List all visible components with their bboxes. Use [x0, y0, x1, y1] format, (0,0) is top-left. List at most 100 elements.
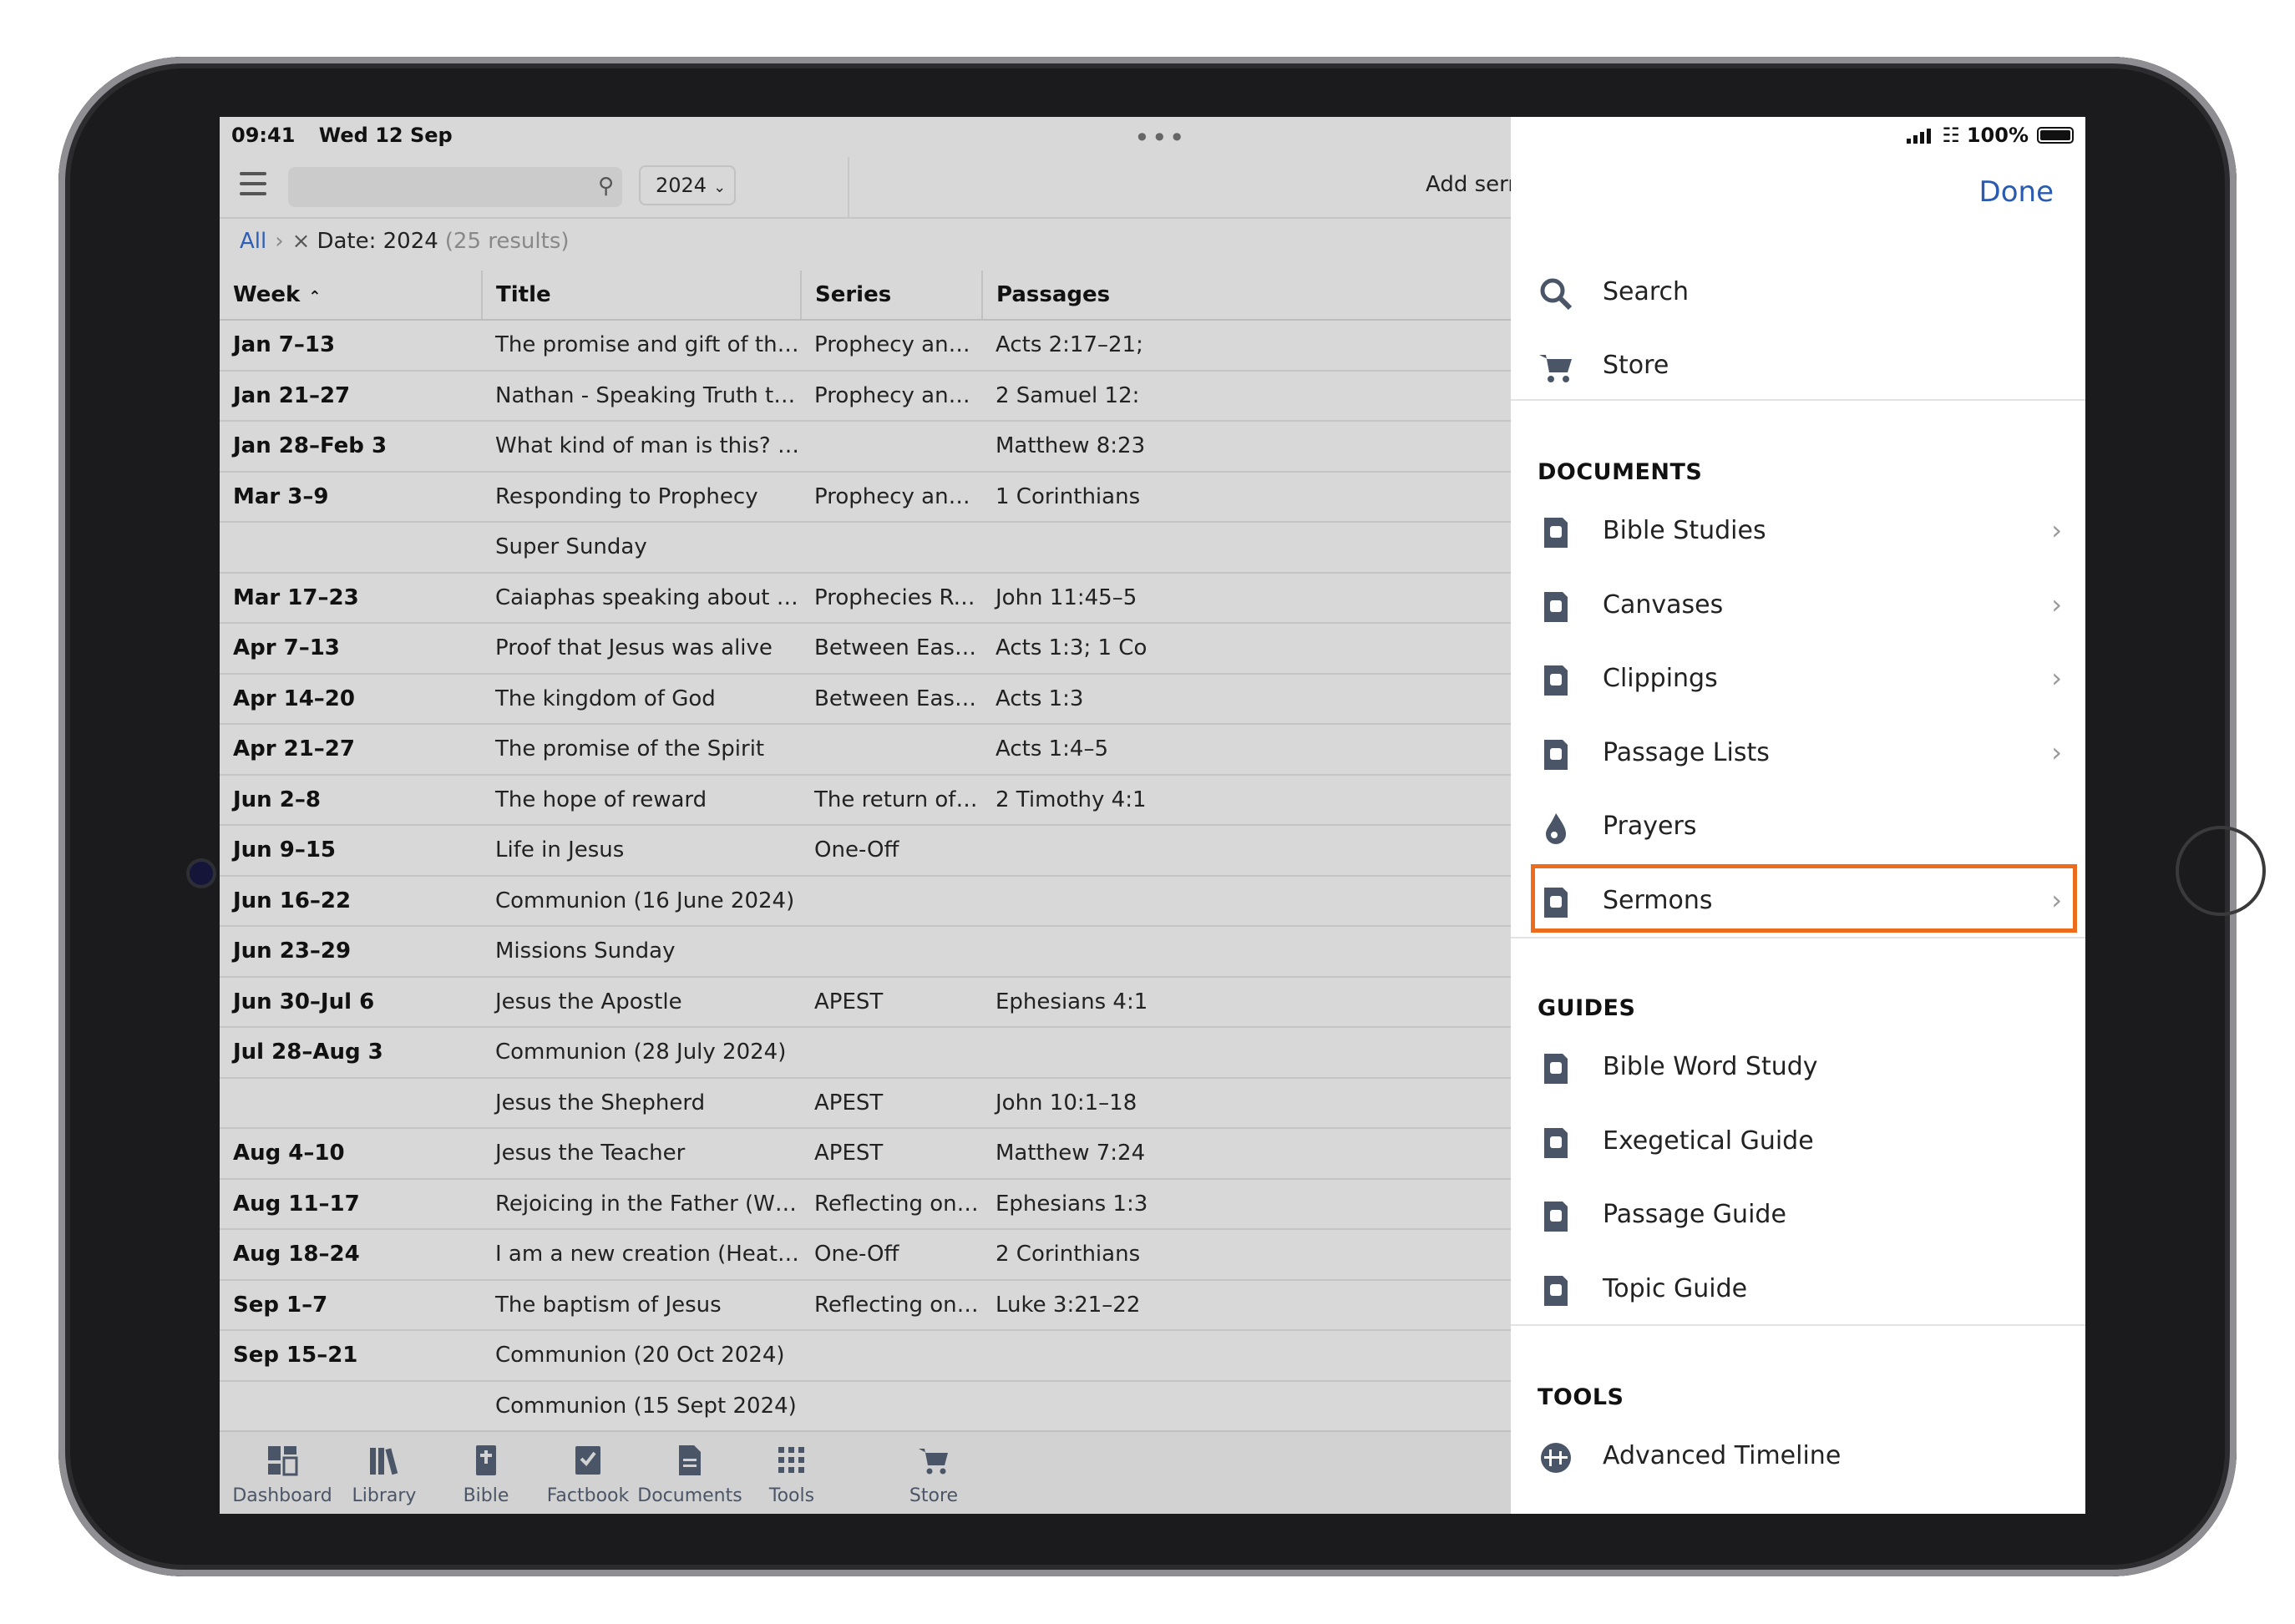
title-cell: Jesus the Apostle [482, 976, 801, 1028]
passages-cell [982, 875, 1511, 927]
title-cell: Communion (20 Oct 2024) [482, 1330, 801, 1382]
breadcrumb-all[interactable]: All [240, 229, 266, 254]
week-cell: Sep 1–7 [220, 1279, 482, 1331]
hamburger-menu-icon[interactable] [240, 172, 266, 199]
table-row[interactable]: Mar 17–23Caiaphas speaking about the dea… [220, 572, 1511, 624]
series-cell: APEST [801, 1077, 982, 1129]
week-cell: Apr 7–13 [220, 623, 482, 675]
menu-item-bible-studies[interactable]: Bible Studies › [1511, 496, 2085, 569]
series-cell [801, 421, 982, 473]
canvases-icon [1538, 589, 1574, 625]
camera-icon [190, 862, 213, 885]
chevron-right-icon: › [275, 229, 284, 254]
week-cell: Jul 28–Aug 3 [220, 1027, 482, 1079]
passages-cell: Matthew 8:23 [982, 421, 1511, 473]
table-row[interactable]: Jul 28–Aug 3 Communion (28 July 2024) [220, 1027, 1511, 1079]
menu-item-clippings[interactable]: Clippings › [1511, 644, 2085, 717]
passages-cell [982, 1027, 1511, 1079]
column-header-series[interactable]: Series [801, 271, 983, 321]
table-row[interactable]: Communion (15 Sept 2024) [220, 1380, 1511, 1432]
menu-item-passage-lists[interactable]: Passage Lists › [1511, 718, 2085, 792]
passages-cell: 2 Timothy 4:1 [982, 774, 1511, 826]
series-cell: Prophecy and Prophets [801, 471, 982, 523]
chevron-right-icon: › [2051, 588, 2062, 620]
series-cell [801, 1380, 982, 1432]
menu-item-exegetical-guide[interactable]: Exegetical Guide [1511, 1106, 2085, 1180]
sort-ascending-icon: ⌃ [308, 288, 322, 306]
battery-icon [2037, 127, 2074, 144]
passages-cell: Acts 1:4–5 [982, 724, 1511, 776]
title-cell: Missions Sunday [482, 926, 801, 978]
bible-studies-icon [1538, 514, 1574, 551]
menu-item-passage-guide[interactable]: Passage Guide [1511, 1180, 2085, 1253]
title-cell: Rejoicing in the Father (WSCF - August 2… [482, 1178, 801, 1230]
title-cell: Communion (15 Sept 2024) [482, 1380, 801, 1432]
column-header-week[interactable]: Week ⌃ [220, 271, 483, 321]
series-cell: Between Easter and Pent… [801, 673, 982, 725]
table-row[interactable]: Jun 16–22 Communion (16 June 2024) [220, 875, 1511, 927]
bible-icon [469, 1444, 503, 1480]
passage-guide-icon [1538, 1198, 1574, 1235]
column-header-title[interactable]: Title [482, 271, 802, 321]
table-row[interactable]: Aug 4–10 Jesus the Teacher APEST Matthew 7:… [220, 1128, 1511, 1180]
menu-item-label: Clippings [1603, 664, 1718, 693]
passages-cell: Ephesians 4:1 [982, 976, 1511, 1028]
table-row[interactable]: Jesus the Shepherd APEST John 10:1–18 [220, 1077, 1511, 1129]
title-cell: Jesus the Teacher [482, 1128, 801, 1180]
chevron-right-icon: › [2051, 736, 2062, 768]
tab-store[interactable]: Store [871, 1444, 996, 1506]
passages-cell [982, 825, 1511, 877]
status-time: 09:41 [231, 124, 296, 147]
table-row[interactable]: Mar 3–9 Responding to Prophecy Prophecy an… [220, 471, 1511, 523]
menu-item-search[interactable]: Search [1511, 257, 2085, 331]
week-cell: Jan 28–Feb 3 [220, 421, 482, 473]
tab-tools[interactable]: Tools [729, 1444, 854, 1506]
series-cell [801, 875, 982, 927]
cellular-signal-icon [1907, 127, 1933, 144]
table-row[interactable]: Jun 2–8 The hope of reward The return of J… [220, 774, 1511, 826]
table-row[interactable]: Jun 30–Jul 6 Jesus the Apostle APEST Ephesi… [220, 976, 1511, 1028]
remove-filter-icon[interactable]: × [292, 229, 311, 254]
title-cell: The promise of the Spirit [482, 724, 801, 776]
menu-item-topic-guide[interactable]: Topic Guide [1511, 1254, 2085, 1328]
home-button[interactable] [2176, 826, 2266, 916]
passages-cell: 2 Samuel 12: [982, 370, 1511, 422]
table-row[interactable]: Apr 7–13 Proof that Jesus was alive Betwee… [220, 623, 1511, 675]
title-cell: Caiaphas speaking about the death of Jes… [482, 572, 801, 624]
table-row[interactable]: Apr 14–20 The kingdom of God Between Easte… [220, 673, 1511, 725]
passages-cell [982, 1380, 1511, 1432]
week-cell: Jan 7–13 [220, 320, 482, 372]
menu-item-store[interactable]: Store [1511, 331, 2085, 404]
week-cell: Jun 16–22 [220, 875, 482, 927]
year-dropdown[interactable]: 2024 ⌄ [639, 165, 736, 205]
table-row[interactable]: Aug 11–17Rejoicing in the Father (WSCF -… [220, 1178, 1511, 1230]
table-row[interactable]: Jun 23–29 Missions Sunday [220, 926, 1511, 978]
menu-item-canvases[interactable]: Canvases › [1511, 570, 2085, 644]
menu-item-advanced-timeline[interactable]: Advanced Timeline [1511, 1421, 2085, 1495]
table-row[interactable]: Jan 21–27Nathan - Speaking Truth to Powe… [220, 370, 1511, 422]
menu-item-prayers[interactable]: Prayers [1511, 792, 2085, 865]
table-row[interactable]: Apr 21–27 The promise of the Spirit Acts 1… [220, 724, 1511, 776]
status-date: Wed 12 Sep [318, 124, 453, 147]
table-row[interactable]: Super Sunday [220, 522, 1511, 574]
done-button[interactable]: Done [1979, 175, 2054, 209]
add-sermon-button[interactable]: Add sermon [1426, 172, 1511, 197]
column-header-passages[interactable]: Passages [982, 271, 1511, 321]
menu-item-bible-word-study[interactable]: Bible Word Study [1511, 1032, 2085, 1105]
search-input[interactable]: ⚲ [288, 167, 622, 207]
table-row[interactable]: Jun 9–15 Life in Jesus One-Off [220, 825, 1511, 877]
menu-item-label: Search [1603, 277, 1690, 306]
title-cell: The kingdom of God [482, 673, 801, 725]
passages-cell: Luke 3:21–22 [982, 1279, 1511, 1331]
passages-cell [982, 1330, 1511, 1382]
multitasking-dots-icon[interactable]: ••• [1134, 122, 1187, 154]
table-row[interactable]: Sep 15–21 Communion (20 Oct 2024) [220, 1330, 1511, 1382]
table-row[interactable]: Aug 18–24I am a new creation (Heathfield… [220, 1229, 1511, 1281]
wifi-icon: ☷ [1942, 124, 1960, 147]
week-cell: Aug 11–17 [220, 1178, 482, 1230]
series-cell: Reflecting on the Trinity [801, 1178, 982, 1230]
section-header: DOCUMENTS [1538, 459, 1703, 485]
table-row[interactable]: Jan 28–Feb 3 What kind of man is this? (H… [220, 421, 1511, 473]
table-row[interactable]: Jan 7–13The promise and gift of the Spir… [220, 320, 1511, 372]
table-row[interactable]: Sep 1–7 The baptism of Jesus Reflecting on… [220, 1279, 1511, 1331]
